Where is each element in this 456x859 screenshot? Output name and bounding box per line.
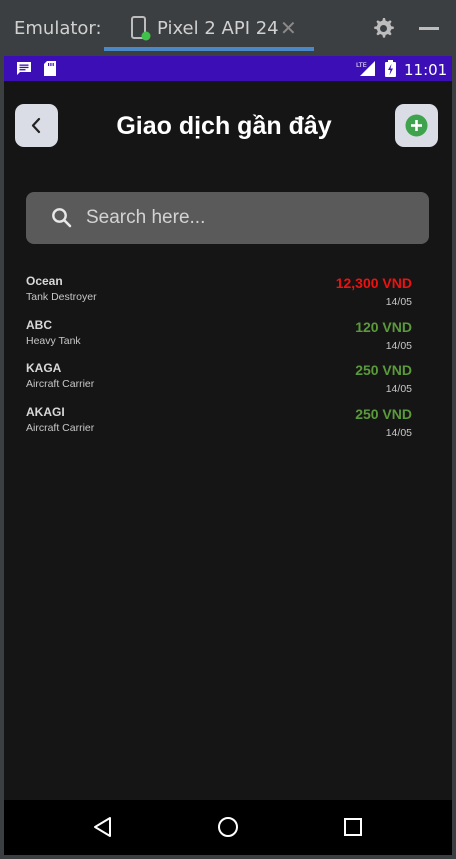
transaction-type: Aircraft Carrier (26, 421, 95, 434)
emulator-toolbar: Emulator: Pixel 2 API 24 ✕ (0, 0, 456, 56)
clock: 11:01 (404, 61, 448, 79)
emulator-label: Emulator: (14, 18, 102, 39)
add-transaction-button[interactable] (395, 104, 438, 147)
transaction-date: 14/05 (385, 296, 412, 308)
status-bar: LTE 11:01 (4, 56, 452, 81)
nav-home-icon[interactable] (217, 816, 239, 843)
transaction-amount: 250 VND (355, 362, 412, 378)
battery-icon (385, 60, 396, 77)
transaction-row[interactable]: KAGA Aircraft Carrier 250 VND 14/05 (26, 361, 416, 405)
transaction-row[interactable]: AKAGI Aircraft Carrier 250 VND 14/05 (26, 405, 416, 449)
transaction-amount: 12,300 VND (335, 275, 412, 291)
transaction-date: 14/05 (385, 383, 412, 395)
search-bar[interactable] (26, 192, 429, 244)
sd-card-icon (44, 61, 56, 76)
nav-back-icon[interactable] (92, 816, 114, 843)
gear-icon[interactable] (371, 16, 395, 40)
emulator-tab-label: Pixel 2 API 24 (157, 18, 279, 39)
transaction-row[interactable]: Ocean Tank Destroyer 12,300 VND 14/05 (26, 274, 416, 318)
transaction-type: Heavy Tank (26, 334, 81, 347)
tab-active-indicator (104, 47, 314, 51)
transaction-amount: 120 VND (355, 318, 412, 335)
transaction-type: Aircraft Carrier (26, 378, 95, 390)
transaction-list: Ocean Tank Destroyer 12,300 VND 14/05 AB… (26, 274, 416, 448)
device-screen: LTE 11:01 Giao dịch gần đây Search here.… (4, 56, 452, 855)
transaction-row[interactable]: ABC Heavy Tank 120 VND 14/05 (26, 318, 416, 362)
transaction-name: ABC (26, 317, 52, 332)
transaction-name: Ocean (26, 274, 63, 288)
page-title: Giao dịch gần đây (116, 112, 332, 140)
emulator-device-tab[interactable]: Pixel 2 API 24 ✕ (104, 0, 314, 56)
minimize-icon[interactable] (419, 27, 439, 30)
navigation-bar (4, 800, 452, 855)
transaction-name: AKAGI (26, 404, 65, 419)
message-notification-icon (16, 61, 32, 76)
back-button[interactable] (15, 104, 58, 147)
transaction-amount: 250 VND (355, 405, 412, 422)
search-input[interactable] (86, 206, 406, 230)
transaction-date: 14/05 (385, 426, 412, 439)
search-icon (50, 206, 74, 230)
transaction-type: Tank Destroyer (26, 291, 97, 303)
nav-recents-icon[interactable] (344, 818, 362, 841)
close-icon[interactable]: ✕ (280, 16, 297, 40)
chevron-left-icon (31, 117, 41, 134)
add-circle-icon (405, 114, 428, 137)
transaction-name: KAGA (26, 361, 62, 375)
network-type-label: LTE (356, 61, 367, 69)
signal-icon: LTE (356, 60, 376, 77)
transaction-date: 14/05 (385, 339, 412, 352)
phone-icon (130, 16, 152, 42)
